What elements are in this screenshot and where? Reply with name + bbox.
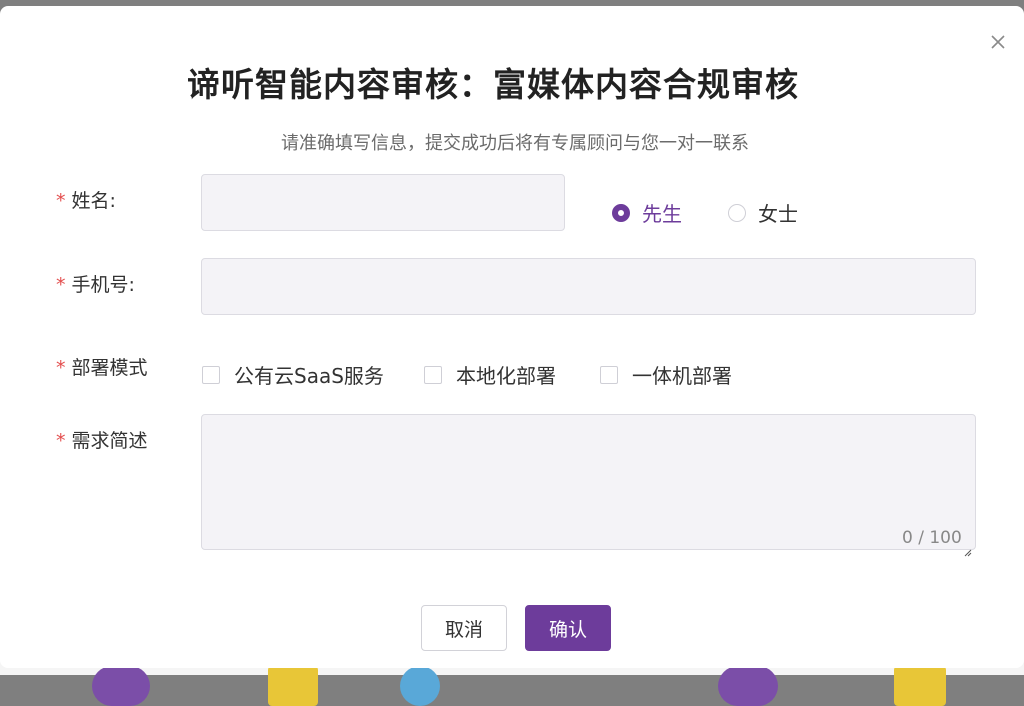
- close-icon[interactable]: [988, 32, 1008, 52]
- radio-label: 女士: [758, 202, 798, 226]
- background-avatar: [400, 666, 440, 706]
- confirm-button[interactable]: 确认: [525, 605, 611, 651]
- description-label: * 需求简述: [56, 426, 148, 453]
- cancel-button[interactable]: 取消: [421, 605, 507, 651]
- radio-label: 先生: [642, 202, 682, 226]
- deployment-option-local[interactable]: 本地化部署: [424, 360, 556, 389]
- contact-dialog: 谛听智能内容审核：富媒体内容合规审核 请准确填写信息，提交成功后将有专属顾问与您…: [0, 6, 1024, 668]
- dialog-subtitle: 请准确填写信息，提交成功后将有专属顾问与您一对一联系: [281, 133, 749, 154]
- checkbox-icon: [202, 365, 220, 384]
- radio-checked-icon: [612, 203, 630, 222]
- description-textarea[interactable]: [201, 414, 976, 550]
- gender-radio-mr[interactable]: 先生: [612, 198, 682, 227]
- required-mark: *: [56, 357, 66, 379]
- background-avatar: [894, 666, 946, 706]
- name-label: * 姓名:: [56, 186, 116, 213]
- resize-handle-icon[interactable]: [962, 542, 972, 557]
- checkbox-label: 本地化部署: [456, 364, 556, 388]
- deployment-option-appliance[interactable]: 一体机部署: [600, 360, 732, 389]
- deployment-option-saas[interactable]: 公有云SaaS服务: [202, 360, 384, 389]
- checkbox-icon: [600, 365, 618, 384]
- name-label-text: 姓名:: [71, 190, 116, 212]
- phone-label: * 手机号:: [56, 270, 135, 297]
- background-avatar: [718, 666, 778, 706]
- name-input[interactable]: [201, 174, 565, 231]
- gender-radio-ms[interactable]: 女士: [728, 198, 798, 227]
- background-avatar: [92, 666, 150, 706]
- checkbox-icon: [424, 365, 442, 384]
- phone-label-text: 手机号:: [71, 274, 135, 296]
- required-mark: *: [56, 274, 66, 296]
- deployment-label: * 部署模式: [56, 353, 148, 380]
- checkbox-label: 一体机部署: [632, 364, 732, 388]
- dialog-title: 谛听智能内容审核：富媒体内容合规审核: [187, 65, 799, 104]
- checkbox-label: 公有云SaaS服务: [234, 364, 384, 388]
- phone-input[interactable]: [201, 258, 976, 315]
- background-avatar: [268, 666, 318, 706]
- required-mark: *: [56, 430, 66, 452]
- required-mark: *: [56, 190, 66, 212]
- description-label-text: 需求简述: [71, 430, 148, 452]
- char-counter: 0 / 100: [902, 528, 962, 548]
- radio-unchecked-icon: [728, 203, 746, 222]
- deployment-label-text: 部署模式: [71, 357, 148, 379]
